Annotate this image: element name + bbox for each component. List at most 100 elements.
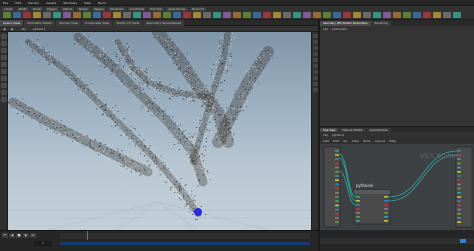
input-port[interactable] [335,200,339,202]
output-port[interactable] [457,204,461,207]
node-input-port[interactable] [356,204,360,206]
node-input-port[interactable] [356,216,360,218]
shelf-tool-icon[interactable] [43,12,51,18]
play-button[interactable]: ▶ [23,233,29,238]
jump-start-button[interactable]: ⏮ [2,233,8,238]
shelf-tool-icon[interactable] [133,12,141,18]
node-output-port[interactable] [384,204,388,206]
node-output-port[interactable] [384,212,388,214]
shelf-tool-icon[interactable] [63,12,71,18]
input-port[interactable] [335,175,339,177]
node-output-port[interactable] [384,208,388,210]
node-input-port[interactable] [356,220,360,222]
measure-tool-icon[interactable] [1,97,7,102]
connection-wire[interactable] [338,153,357,198]
shelf-tool-icon[interactable] [163,12,171,18]
timeline-cursor[interactable] [87,231,88,240]
shelf-tool-icon[interactable] [173,12,181,18]
output-port[interactable] [457,196,461,198]
output-port[interactable] [457,162,461,165]
stop-button[interactable]: ■ [16,233,22,238]
shelf-tool-icon[interactable] [253,12,261,18]
shelf-tool-icon[interactable] [223,12,231,18]
shelf-tool-icon[interactable] [243,12,251,18]
input-port[interactable] [335,158,339,160]
input-port[interactable] [335,208,339,211]
shelf-tool-icon[interactable] [83,12,91,18]
shelf-tool-icon[interactable] [433,12,441,18]
input-port[interactable] [335,154,339,156]
output-port[interactable] [457,200,461,202]
shelf-tool-icon[interactable] [183,12,191,18]
jump-end-button[interactable]: ⏭ [30,233,36,238]
input-port[interactable] [335,150,339,152]
timeline-ruler[interactable] [60,233,310,239]
input-port[interactable] [335,187,339,190]
shelf-tool-icon[interactable] [73,12,81,18]
shelf-tool-icon[interactable] [273,12,281,18]
scale-tool-icon[interactable] [1,55,7,60]
output-port[interactable] [457,166,461,169]
status-indicator-icon[interactable] [460,239,466,243]
input-port[interactable] [335,204,339,207]
shelf-tool-icon[interactable] [323,12,331,18]
shelf-tool-icon[interactable] [123,12,131,18]
node-input-port[interactable] [356,208,360,210]
output-port[interactable] [457,213,461,215]
shelf-tool-icon[interactable] [333,12,341,18]
shelf-tool-icon[interactable] [373,12,381,18]
scene-viewport[interactable]: ⊕ [8,32,311,230]
view-tool-icon[interactable] [1,76,7,81]
node-input-port[interactable] [356,196,360,198]
playback-range-bar[interactable] [60,242,310,245]
node-output-port[interactable] [384,216,388,218]
input-port[interactable] [335,196,339,198]
shelf-tool-icon[interactable] [33,12,41,18]
shelf-tool-icon[interactable] [23,12,31,18]
shelf-tool-icon[interactable] [203,12,211,18]
node-input-port[interactable] [356,212,360,214]
input-port[interactable] [335,166,339,169]
node-output-port[interactable] [384,200,388,202]
selected-point-handle[interactable] [194,208,202,216]
node-input-port[interactable] [356,200,360,202]
shelf-tool-icon[interactable] [143,12,151,18]
output-port[interactable] [457,208,461,211]
shelf-tool-icon[interactable] [233,12,241,18]
shelf-tool-icon[interactable] [393,12,401,18]
move-tool-icon[interactable] [1,41,7,46]
output-port[interactable] [457,221,461,223]
connection-wire[interactable] [387,154,458,202]
shelf-tool-icon[interactable] [283,12,291,18]
shelf-tool-icon[interactable] [403,12,411,18]
node-output-port[interactable] [384,196,388,198]
shelf-tool-icon[interactable] [363,12,371,18]
network-editor[interactable]: pythonsl VEX Builder [320,144,474,230]
connection-wire[interactable] [338,157,357,202]
input-port[interactable] [335,213,339,215]
shelf-tool-icon[interactable] [353,12,361,18]
output-port[interactable] [457,217,461,219]
shelf-tool-icon[interactable] [113,12,121,18]
shelf-tool-icon[interactable] [263,12,271,18]
shelf-tool-icon[interactable] [413,12,421,18]
shelf-tool-icon[interactable] [213,12,221,18]
input-port[interactable] [335,217,339,219]
output-port[interactable] [457,192,461,194]
shelf-tool-icon[interactable] [293,12,301,18]
shelf-tool-icon[interactable] [423,12,431,18]
select-tool-icon[interactable] [1,34,7,39]
input-port[interactable] [335,183,339,186]
output-port[interactable] [457,187,461,190]
input-port[interactable] [335,221,339,223]
shelf-tool-icon[interactable] [313,12,321,18]
shelf-tool-icon[interactable] [383,12,391,18]
snap-tool-icon[interactable] [1,83,7,88]
current-frame-field[interactable]: 1 [34,241,52,246]
input-port[interactable] [335,171,339,173]
pose-tool-icon[interactable] [1,69,7,74]
output-port[interactable] [457,175,461,177]
shelf-tool-icon[interactable] [3,12,11,18]
rotate-tool-icon[interactable] [1,48,7,53]
output-port[interactable] [457,183,461,186]
